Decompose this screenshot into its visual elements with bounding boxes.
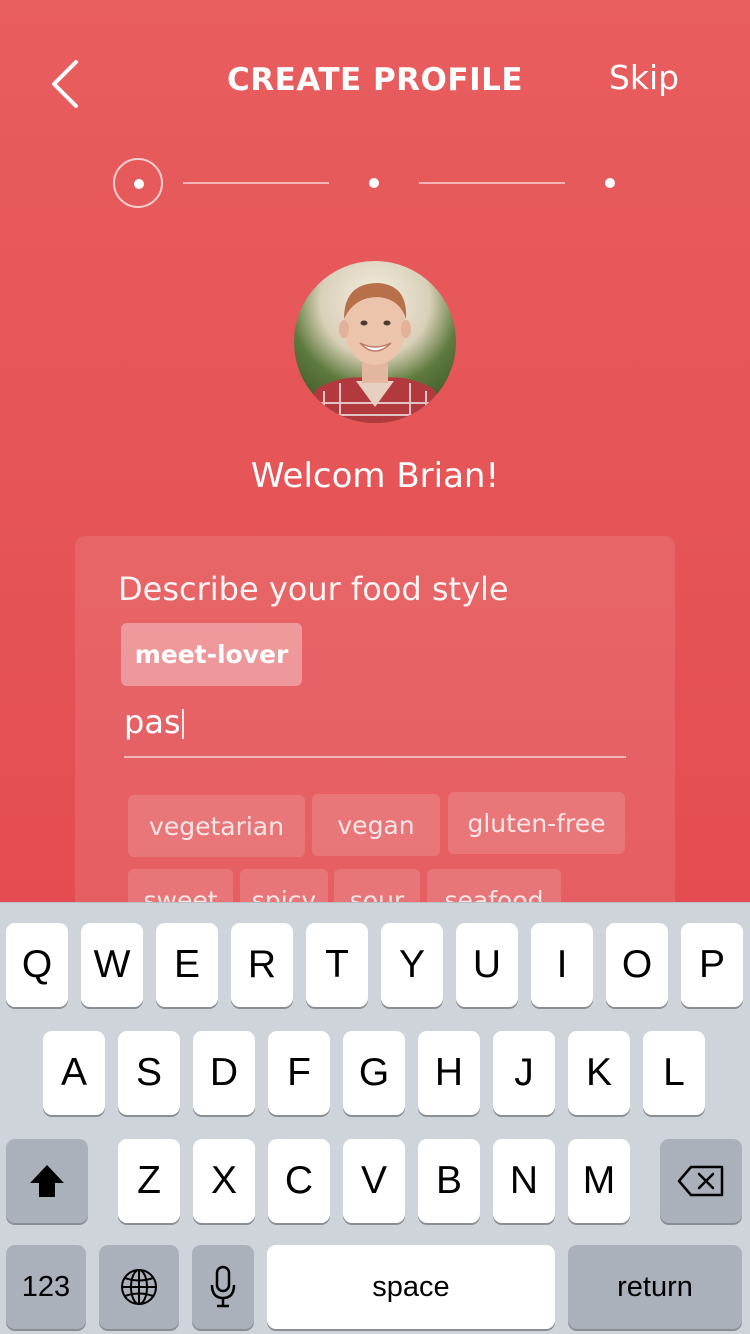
profile-photo bbox=[294, 261, 456, 423]
key-y[interactable]: Y bbox=[381, 923, 443, 1007]
key-x[interactable]: X bbox=[193, 1139, 255, 1223]
globe-icon bbox=[121, 1269, 157, 1305]
key-m[interactable]: M bbox=[568, 1139, 630, 1223]
key-i[interactable]: I bbox=[531, 923, 593, 1007]
key-p[interactable]: P bbox=[681, 923, 743, 1007]
welcome-message: Welcom Brian! bbox=[250, 456, 500, 496]
shift-key[interactable] bbox=[6, 1139, 88, 1223]
key-v[interactable]: V bbox=[343, 1139, 405, 1223]
key-h[interactable]: H bbox=[418, 1031, 480, 1115]
food-style-label: Describe your food style bbox=[118, 570, 509, 608]
backspace-icon bbox=[677, 1165, 724, 1197]
food-style-input[interactable]: pas bbox=[124, 703, 184, 741]
key-o[interactable]: O bbox=[606, 923, 668, 1007]
key-k[interactable]: K bbox=[568, 1031, 630, 1115]
suggestion-chip[interactable]: gluten-free bbox=[448, 792, 625, 854]
keyboard: Q W E R T Y U I O P A S D F G H J K L Z … bbox=[0, 902, 750, 1334]
step-2-dot bbox=[369, 178, 379, 188]
key-t[interactable]: T bbox=[306, 923, 368, 1007]
backspace-key[interactable] bbox=[660, 1139, 742, 1223]
suggestion-chip[interactable]: vegan bbox=[312, 794, 440, 856]
return-key[interactable]: return bbox=[568, 1245, 742, 1329]
input-underline bbox=[124, 756, 626, 758]
avatar[interactable] bbox=[294, 261, 456, 423]
key-u[interactable]: U bbox=[456, 923, 518, 1007]
key-s[interactable]: S bbox=[118, 1031, 180, 1115]
dictation-key[interactable] bbox=[192, 1245, 254, 1329]
step-3-dot bbox=[605, 178, 615, 188]
key-f[interactable]: F bbox=[268, 1031, 330, 1115]
key-j[interactable]: J bbox=[493, 1031, 555, 1115]
key-q[interactable]: Q bbox=[6, 923, 68, 1007]
step-connector-2 bbox=[419, 182, 565, 184]
key-r[interactable]: R bbox=[231, 923, 293, 1007]
key-n[interactable]: N bbox=[493, 1139, 555, 1223]
key-z[interactable]: Z bbox=[118, 1139, 180, 1223]
key-l[interactable]: L bbox=[643, 1031, 705, 1115]
key-a[interactable]: A bbox=[43, 1031, 105, 1115]
microphone-icon bbox=[210, 1265, 236, 1308]
key-w[interactable]: W bbox=[81, 923, 143, 1007]
key-b[interactable]: B bbox=[418, 1139, 480, 1223]
key-e[interactable]: E bbox=[156, 923, 218, 1007]
text-caret bbox=[181, 709, 184, 739]
key-d[interactable]: D bbox=[193, 1031, 255, 1115]
step-1-dot bbox=[134, 179, 144, 189]
shift-icon bbox=[30, 1165, 64, 1197]
space-key[interactable]: space bbox=[267, 1245, 555, 1329]
key-c[interactable]: C bbox=[268, 1139, 330, 1223]
suggestion-chip[interactable]: vegetarian bbox=[128, 795, 305, 857]
globe-key[interactable] bbox=[99, 1245, 179, 1329]
numbers-key[interactable]: 123 bbox=[6, 1245, 86, 1329]
key-g[interactable]: G bbox=[343, 1031, 405, 1115]
food-style-input-value: pas bbox=[124, 703, 181, 741]
skip-button[interactable]: Skip bbox=[596, 58, 692, 97]
step-1-current bbox=[113, 158, 163, 208]
selected-tag-meet-lover[interactable]: meet-lover bbox=[121, 623, 302, 686]
step-connector-1 bbox=[183, 182, 329, 184]
